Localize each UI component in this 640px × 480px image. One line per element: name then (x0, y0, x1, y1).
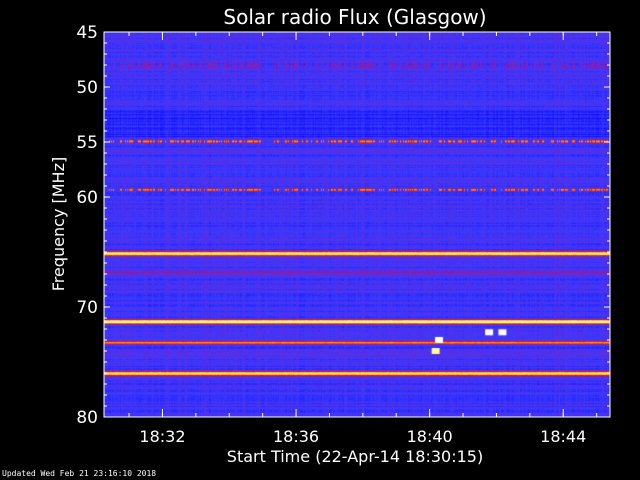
x-tick-label: 18:44 (540, 427, 586, 446)
spectrogram-image (104, 32, 610, 417)
chart-title: Solar radio Flux (Glasgow) (223, 5, 486, 29)
y-tick-label: 80 (76, 408, 98, 428)
x-tick-label: 18:36 (273, 427, 319, 446)
x-tick-label: 18:32 (139, 427, 185, 446)
updated-timestamp: Updated Wed Feb 21 23:16:10 2018 (2, 469, 157, 478)
x-axis-label: Start Time (22-Apr-14 18:30:15) (227, 447, 483, 466)
y-tick-label: 45 (76, 23, 98, 43)
plot-area (103, 31, 611, 418)
x-tick-label: 18:40 (407, 427, 453, 446)
y-tick-label: 50 (76, 78, 98, 98)
spectrogram-chart: Solar radio Flux (Glasgow) Frequency [MH… (0, 0, 640, 480)
y-tick-label: 55 (76, 133, 98, 153)
y-tick-label: 60 (76, 188, 98, 208)
y-tick-label: 70 (76, 298, 98, 318)
y-axis-label: Frequency [MHz] (49, 157, 68, 291)
